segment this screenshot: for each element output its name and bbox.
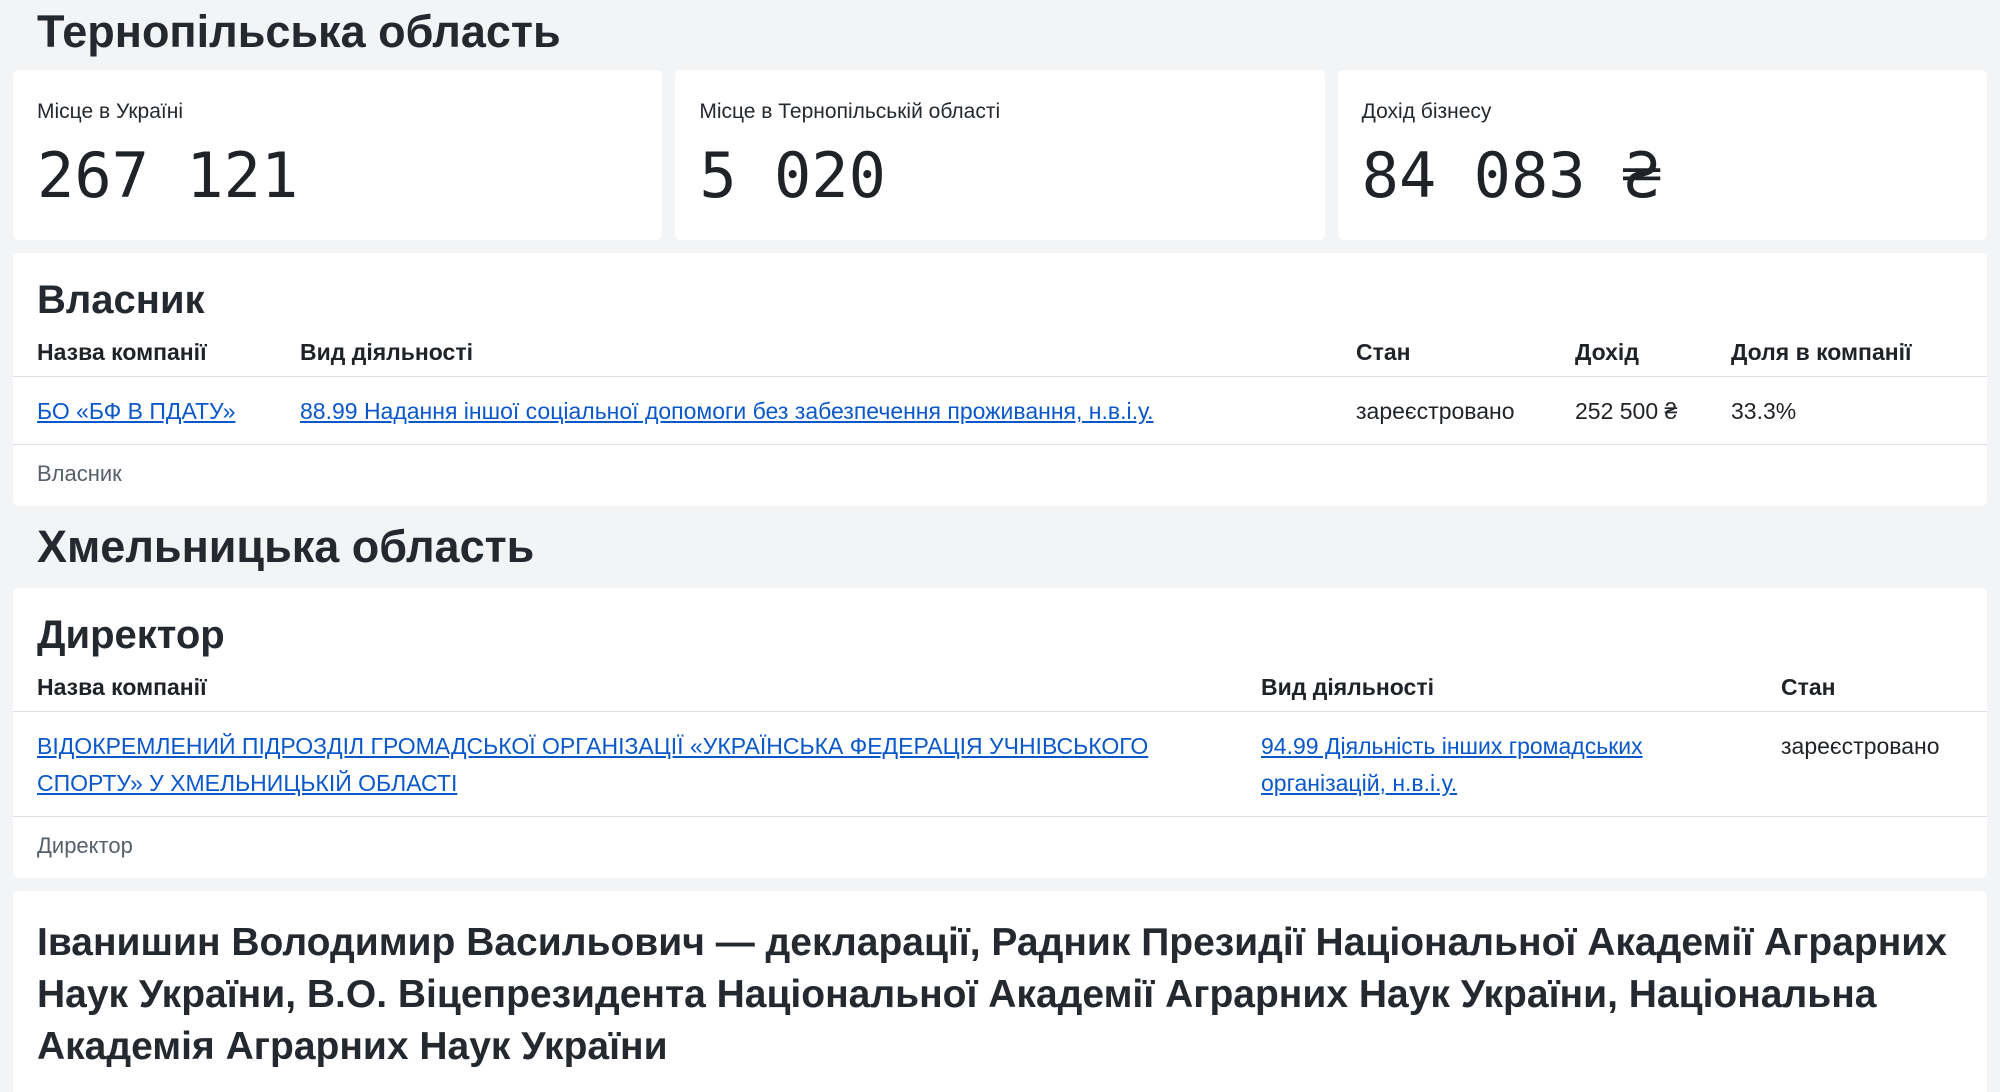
owner-panel: Власник Назва компанії Вид діяльності Ст… <box>13 253 1987 506</box>
column-header-activity: Вид діяльності <box>276 325 1332 377</box>
region-title-khmelnytskyi: Хмельницька область <box>37 521 535 572</box>
activity-link[interactable]: 88.99 Надання іншої соціальної допомоги … <box>300 398 1154 424</box>
stat-label: Дохід бізнесу <box>1361 100 1492 123</box>
cell-company: ВІДОКРЕМЛЕНИЙ ПІДРОЗДІЛ ГРОМАДСЬКОЇ ОРГА… <box>13 711 1237 817</box>
table-row: БО «БФ В ПДАТУ» 88.99 Надання іншої соці… <box>13 376 1987 445</box>
column-header-status: Стан <box>1332 325 1551 377</box>
table-header-row: Назва компанії Вид діяльності Стан <box>13 660 1987 712</box>
owner-table-caption: Власник <box>37 461 122 486</box>
director-panel: Директор Назва компанії Вид діяльності С… <box>13 588 1987 878</box>
region-title-ternopil: Тернопільська область <box>37 6 561 57</box>
stats-row: Місце в Україні 267 121 Місце в Тернопіл… <box>13 70 1987 240</box>
column-header-company: Назва компанії <box>13 660 1237 712</box>
cell-status: зареєстровано <box>1757 711 1987 817</box>
column-header-company: Назва компанії <box>13 325 276 377</box>
declaration-panel: Іванишин Володимир Васильович — декларац… <box>13 891 1987 1092</box>
stat-value: 267 121 <box>37 139 299 212</box>
cell-share: 33.3% <box>1707 376 1987 445</box>
owner-table: Назва компанії Вид діяльності Стан Дохід… <box>13 325 1987 445</box>
table-header-row: Назва компанії Вид діяльності Стан Дохід… <box>13 325 1987 377</box>
cell-activity: 94.99 Діяльність інших громадських орган… <box>1237 711 1757 817</box>
activity-link[interactable]: 94.99 Діяльність інших громадських орган… <box>1261 733 1643 796</box>
company-link[interactable]: БО «БФ В ПДАТУ» <box>37 398 235 424</box>
stat-card-ukraine-rank: Місце в Україні 267 121 <box>13 70 663 240</box>
column-header-income: Дохід <box>1551 325 1707 377</box>
company-link[interactable]: ВІДОКРЕМЛЕНИЙ ПІДРОЗДІЛ ГРОМАДСЬКОЇ ОРГА… <box>37 733 1148 796</box>
director-table-caption: Директор <box>37 833 133 858</box>
stat-value: 84 083 ₴ <box>1361 139 1661 212</box>
page: Тернопільська область Місце в Україні 26… <box>0 0 2000 1092</box>
owner-section-title: Власник <box>37 278 205 322</box>
stat-card-business-income: Дохід бізнесу 84 083 ₴ <box>1337 70 1987 240</box>
cell-activity: 88.99 Надання іншої соціальної допомоги … <box>276 376 1332 445</box>
stat-label: Місце в Тернопільській області <box>699 100 1001 123</box>
stat-label: Місце в Україні <box>37 100 183 123</box>
director-section-title: Директор <box>37 613 225 657</box>
director-table: Назва компанії Вид діяльності Стан ВІДОК… <box>13 660 1987 817</box>
declaration-title: Іванишин Володимир Васильович — декларац… <box>37 921 1947 1068</box>
stat-value: 5 020 <box>699 139 886 212</box>
column-header-status: Стан <box>1757 660 1987 712</box>
table-row: ВІДОКРЕМЛЕНИЙ ПІДРОЗДІЛ ГРОМАДСЬКОЇ ОРГА… <box>13 711 1987 817</box>
stat-card-region-rank: Місце в Тернопільській області 5 020 <box>675 70 1325 240</box>
cell-company: БО «БФ В ПДАТУ» <box>13 376 276 445</box>
column-header-share: Доля в компанії <box>1707 325 1987 377</box>
cell-status: зареєстровано <box>1332 376 1551 445</box>
cell-income: 252 500 ₴ <box>1551 376 1707 445</box>
column-header-activity: Вид діяльності <box>1237 660 1757 712</box>
